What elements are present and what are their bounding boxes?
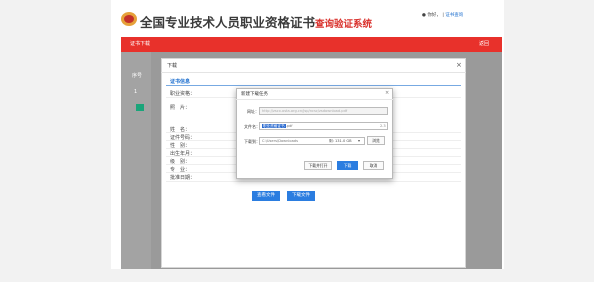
download-file-button[interactable]: 下载文件 bbox=[287, 191, 315, 201]
close-icon[interactable]: × bbox=[456, 61, 462, 69]
top-links: ● 你好， | 证书查询 bbox=[422, 12, 463, 18]
view-file-button[interactable]: 查看文件 bbox=[252, 191, 280, 201]
popup-close-icon[interactable]: × bbox=[385, 90, 389, 96]
table-left-column bbox=[121, 52, 151, 269]
cert-query-link[interactable]: 证书查询 bbox=[445, 13, 463, 18]
nav-bar bbox=[121, 37, 502, 52]
nav-title: 证书下载 bbox=[130, 41, 151, 47]
field-divider bbox=[166, 181, 461, 182]
saveto-label: 下载到： bbox=[244, 139, 260, 144]
field-label-approval-date: 批准日期： bbox=[170, 175, 196, 181]
user-icon: ● bbox=[422, 13, 426, 18]
site-title: 全国专业技术人员职业资格证书查询验证系统 bbox=[140, 12, 372, 31]
filename-extension: .pdf bbox=[285, 124, 293, 128]
free-space-text: 剩: 131.0 GB bbox=[329, 139, 352, 143]
back-link[interactable]: 返回 bbox=[479, 40, 489, 47]
url-label: 网址： bbox=[247, 109, 259, 114]
filename-input[interactable]: 职业资格证书.pdf bbox=[259, 122, 388, 130]
section-title: 证书信息 bbox=[170, 79, 191, 85]
greeting-link[interactable]: 你好， bbox=[427, 13, 441, 18]
table-header-index: 序号 bbox=[132, 73, 143, 79]
site-title-suffix: 查询验证系统 bbox=[315, 19, 373, 30]
field-label-qualification: 职业资格： bbox=[170, 91, 196, 97]
backdrop-right bbox=[466, 72, 502, 269]
popup-title: 新建下载任务 bbox=[241, 92, 268, 97]
site-title-main: 全国专业技术人员职业资格证书 bbox=[140, 15, 316, 30]
table-row-index: 1 bbox=[134, 89, 138, 95]
dialog-title: 下载 bbox=[167, 63, 178, 69]
saveto-path: C:\Users\Downloads bbox=[262, 139, 298, 143]
field-label-photo: 照 片： bbox=[170, 105, 191, 111]
site-logo-inner bbox=[124, 15, 134, 23]
url-field[interactable]: http://zscx.osta.org.cn/jsp/ncsc/zsdownl… bbox=[259, 107, 388, 115]
filename-selected-text: 职业资格证书 bbox=[262, 124, 286, 128]
cancel-button[interactable]: 取消 bbox=[363, 161, 384, 170]
filename-label: 文件名： bbox=[244, 124, 260, 129]
download-button[interactable]: 下载 bbox=[337, 161, 358, 170]
browse-button[interactable]: 浏览 bbox=[367, 136, 385, 145]
filesize-text: 2.3 bbox=[380, 124, 386, 128]
row-select-button[interactable] bbox=[136, 104, 144, 111]
download-and-open-button[interactable]: 下载并打开 bbox=[304, 161, 332, 170]
chevron-down-icon[interactable]: ▾ bbox=[358, 138, 360, 143]
section-divider bbox=[166, 85, 461, 86]
dialog-header-divider bbox=[161, 72, 466, 73]
popup-header-divider bbox=[236, 99, 393, 100]
